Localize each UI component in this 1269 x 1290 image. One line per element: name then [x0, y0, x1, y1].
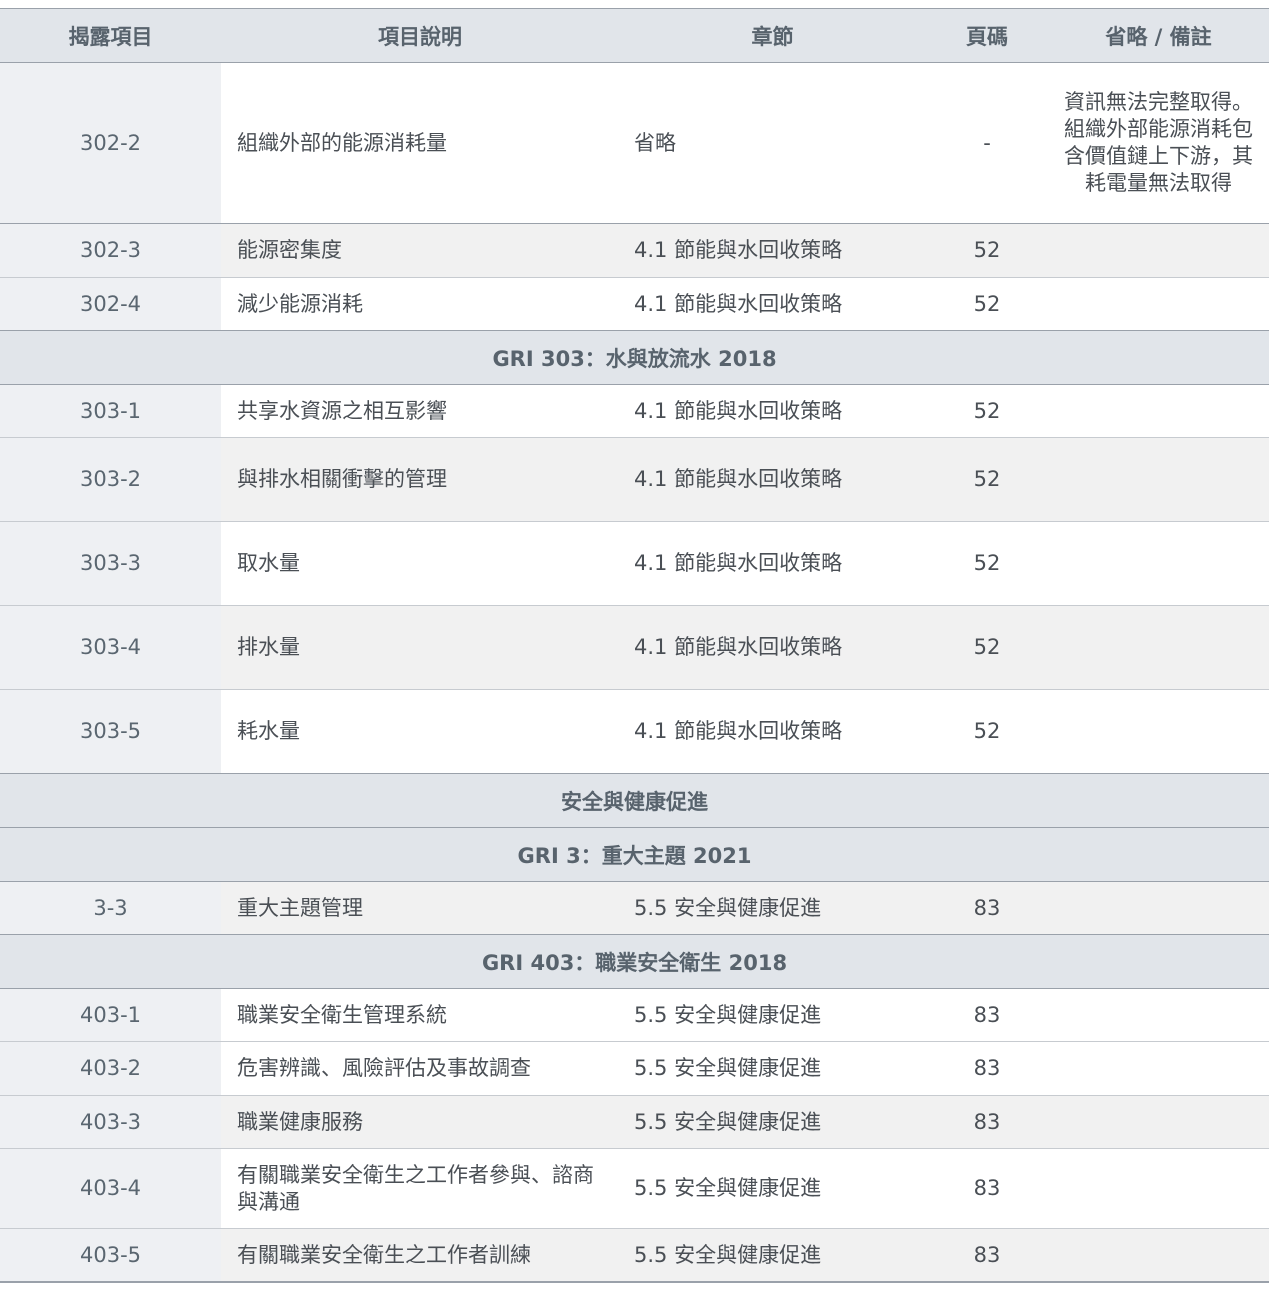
disclosure-description: 排水量 — [221, 606, 619, 689]
table-row: 403-3 職業健康服務 5.5 安全與健康促進 83 — [0, 1095, 1269, 1148]
disclosure-description: 危害辨識、風險評估及事故調查 — [221, 1042, 619, 1095]
page-number: 83 — [926, 882, 1048, 934]
disclosure-description: 與排水相關衝擊的管理 — [221, 438, 619, 521]
chapter-reference: 5.5 安全與健康促進 — [619, 882, 926, 934]
page-number: 83 — [926, 1096, 1048, 1148]
table-row: 303-4 排水量 4.1 節能與水回收策略 52 — [0, 605, 1269, 689]
omission-note: 資訊無法完整取得。組織外部能源消耗包含價值鏈上下游，其耗電量無法取得 — [1048, 63, 1269, 223]
table-row: 303-1 共享水資源之相互影響 4.1 節能與水回收策略 52 — [0, 384, 1269, 437]
table-row: 302-4 減少能源消耗 4.1 節能與水回收策略 52 — [0, 277, 1269, 330]
table-row: 403-1 職業安全衛生管理系統 5.5 安全與健康促進 83 — [0, 988, 1269, 1041]
page-number: 83 — [926, 1229, 1048, 1281]
table-row: 303-2 與排水相關衝擊的管理 4.1 節能與水回收策略 52 — [0, 437, 1269, 521]
table-header: 揭露項目 項目說明 章節 頁碼 省略 / 備註 — [0, 8, 1269, 62]
table-row: 302-3 能源密集度 4.1 節能與水回收策略 52 — [0, 223, 1269, 277]
omission-note — [1048, 1149, 1269, 1228]
page-number: 83 — [926, 1149, 1048, 1228]
omission-note — [1048, 522, 1269, 605]
header-description: 項目說明 — [378, 24, 462, 49]
disclosure-id: 302-3 — [0, 224, 221, 277]
table-bottom-border — [0, 1281, 1269, 1283]
chapter-reference: 5.5 安全與健康促進 — [619, 1149, 926, 1228]
disclosure-description: 重大主題管理 — [221, 882, 619, 934]
page-number: 52 — [926, 224, 1048, 277]
chapter-reference: 4.1 節能與水回收策略 — [619, 606, 926, 689]
page-number: - — [926, 63, 1048, 223]
header-page: 頁碼 — [966, 24, 1008, 49]
page-number: 83 — [926, 1042, 1048, 1095]
chapter-reference: 4.1 節能與水回收策略 — [619, 522, 926, 605]
disclosure-description: 共享水資源之相互影響 — [221, 385, 619, 437]
disclosure-id: 303-3 — [0, 522, 221, 605]
omission-note — [1048, 438, 1269, 521]
chapter-reference: 5.5 安全與健康促進 — [619, 1229, 926, 1281]
table-row: 3-3 重大主題管理 5.5 安全與健康促進 83 — [0, 881, 1269, 934]
disclosure-id: 303-4 — [0, 606, 221, 689]
chapter-reference: 4.1 節能與水回收策略 — [619, 278, 926, 330]
disclosure-description: 職業健康服務 — [221, 1096, 619, 1148]
table-row: 302-2 組織外部的能源消耗量 省略 - 資訊無法完整取得。組織外部能源消耗包… — [0, 62, 1269, 223]
omission-note — [1048, 1042, 1269, 1095]
disclosure-description: 取水量 — [221, 522, 619, 605]
chapter-reference: 4.1 節能與水回收策略 — [619, 385, 926, 437]
section-header: GRI 303：水與放流水 2018 — [0, 330, 1269, 384]
page-number: 52 — [926, 278, 1048, 330]
table-row: 403-5 有關職業安全衛生之工作者訓練 5.5 安全與健康促進 83 — [0, 1228, 1269, 1281]
disclosure-id: 403-3 — [0, 1096, 221, 1148]
chapter-reference: 5.5 安全與健康促進 — [619, 1096, 926, 1148]
disclosure-id: 3-3 — [0, 882, 221, 934]
table-row: 303-5 耗水量 4.1 節能與水回收策略 52 — [0, 689, 1269, 773]
header-chapter: 章節 — [751, 24, 794, 49]
section-header: GRI 3：重大主題 2021 — [0, 827, 1269, 881]
omission-note — [1048, 224, 1269, 277]
disclosure-description: 能源密集度 — [221, 224, 619, 277]
disclosure-id: 302-2 — [0, 63, 221, 223]
header-note: 省略 / 備註 — [1105, 24, 1212, 49]
disclosure-description: 減少能源消耗 — [221, 278, 619, 330]
chapter-reference: 省略 — [619, 63, 926, 223]
page-number: 52 — [926, 606, 1048, 689]
disclosure-id: 403-1 — [0, 989, 221, 1041]
disclosure-id: 302-4 — [0, 278, 221, 330]
disclosure-description: 組織外部的能源消耗量 — [221, 63, 619, 223]
disclosure-description: 耗水量 — [221, 690, 619, 773]
omission-note — [1048, 278, 1269, 330]
table-row: 403-4 有關職業安全衛生之工作者參與、諮商與溝通 5.5 安全與健康促進 8… — [0, 1148, 1269, 1228]
omission-note — [1048, 1229, 1269, 1281]
section-header: GRI 403：職業安全衛生 2018 — [0, 934, 1269, 988]
omission-note — [1048, 606, 1269, 689]
omission-note — [1048, 385, 1269, 437]
table-row: 403-2 危害辨識、風險評估及事故調查 5.5 安全與健康促進 83 — [0, 1041, 1269, 1095]
header-disclosure: 揭露項目 — [68, 24, 153, 49]
disclosure-id: 403-2 — [0, 1042, 221, 1095]
omission-note — [1048, 882, 1269, 934]
chapter-reference: 4.1 節能與水回收策略 — [619, 438, 926, 521]
omission-note-text: 資訊無法完整取得。組織外部能源消耗包含價值鏈上下游，其耗電量無法取得 — [1064, 90, 1253, 195]
disclosure-id: 303-5 — [0, 690, 221, 773]
section-header: 安全與健康促進 — [0, 773, 1269, 827]
page-number: 52 — [926, 522, 1048, 605]
page-number: 52 — [926, 690, 1048, 773]
chapter-reference: 4.1 節能與水回收策略 — [619, 224, 926, 277]
table-row: 303-3 取水量 4.1 節能與水回收策略 52 — [0, 521, 1269, 605]
disclosure-id: 303-2 — [0, 438, 221, 521]
disclosure-id: 403-4 — [0, 1149, 221, 1228]
omission-note — [1048, 1096, 1269, 1148]
page-number: 52 — [926, 385, 1048, 437]
omission-note — [1048, 989, 1269, 1041]
chapter-reference: 4.1 節能與水回收策略 — [619, 690, 926, 773]
gri-index-table: 揭露項目 項目說明 章節 頁碼 省略 / 備註 302-2 組織外部的能源消耗量… — [0, 8, 1269, 1283]
chapter-reference: 5.5 安全與健康促進 — [619, 989, 926, 1041]
disclosure-description: 有關職業安全衛生之工作者訓練 — [221, 1229, 619, 1281]
disclosure-description: 職業安全衛生管理系統 — [221, 989, 619, 1041]
chapter-reference: 5.5 安全與健康促進 — [619, 1042, 926, 1095]
omission-note — [1048, 690, 1269, 773]
disclosure-id: 303-1 — [0, 385, 221, 437]
page-number: 52 — [926, 438, 1048, 521]
disclosure-id: 403-5 — [0, 1229, 221, 1281]
disclosure-description: 有關職業安全衛生之工作者參與、諮商與溝通 — [221, 1149, 619, 1228]
page-number: 83 — [926, 989, 1048, 1041]
